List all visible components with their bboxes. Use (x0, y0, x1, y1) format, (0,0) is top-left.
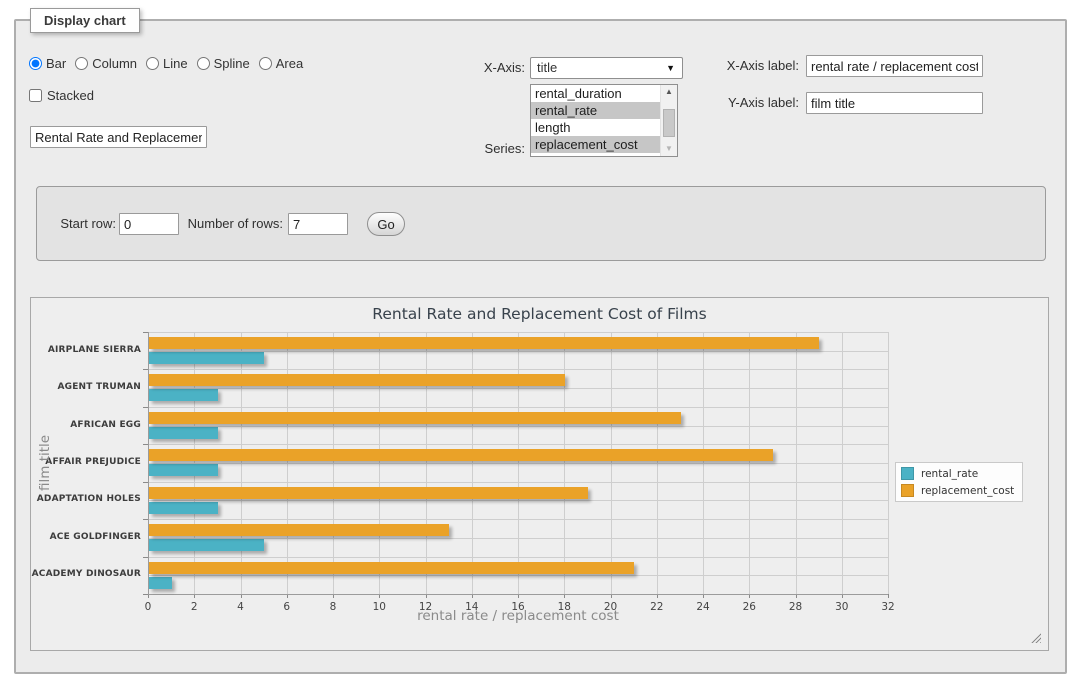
go-button[interactable]: Go (367, 212, 405, 236)
chart-type-option-label: Column (92, 56, 137, 71)
scrollbar-up-icon[interactable]: ▲ (661, 85, 677, 99)
legend-label: rental_rate (921, 468, 978, 480)
chart-type-radio-line[interactable] (146, 57, 159, 70)
chart-type-radio-column[interactable] (75, 57, 88, 70)
bar-rental_rate (149, 539, 264, 551)
x-axis-title: rental rate / replacement cost (148, 608, 888, 624)
bar-rental_rate (149, 427, 218, 439)
scrollbar-thumb[interactable] (663, 109, 675, 137)
gridline-v (379, 332, 380, 594)
bar-replacement_cost (149, 487, 588, 499)
y-axis-tick (143, 519, 148, 520)
chart-type-option-area[interactable]: Area (259, 56, 303, 71)
series-option-length[interactable]: length (531, 119, 660, 136)
bar-replacement_cost (149, 524, 449, 536)
chart-type-option-label: Spline (214, 56, 250, 71)
bar-rental_rate (149, 464, 218, 476)
gridline-v (333, 332, 334, 594)
scrollbar-down-icon[interactable]: ▼ (661, 142, 677, 156)
gridline-v (703, 332, 704, 594)
gridline-v (426, 332, 427, 594)
x-axis-select-value: title (537, 60, 557, 75)
gridline-v (241, 332, 242, 594)
start-row-label: Start row: (56, 213, 116, 235)
x-axis-tick (888, 594, 889, 598)
bar-rental_rate (149, 577, 172, 589)
y-axis-title: film title (37, 332, 53, 594)
gridline-v (842, 332, 843, 594)
start-row-input[interactable] (119, 213, 179, 235)
bar-rental_rate (149, 502, 218, 514)
legend-label: replacement_cost (921, 485, 1014, 497)
legend-swatch (901, 484, 914, 497)
bar-replacement_cost (149, 374, 565, 386)
y-axis-tick (143, 594, 148, 595)
bar-replacement_cost (149, 449, 773, 461)
series-option-replacement_cost[interactable]: replacement_cost (531, 136, 660, 153)
x-axis-select[interactable]: title ▼ (530, 57, 683, 79)
series-option-rental_duration[interactable]: rental_duration (531, 85, 660, 102)
chart-type-radio-area[interactable] (259, 57, 272, 70)
gridline-v (194, 332, 195, 594)
chart-type-radios: Bar Column Line Spline Area (29, 56, 312, 71)
chart-title-input[interactable] (30, 126, 207, 148)
legend-swatch (901, 467, 914, 480)
x-axis-label-input[interactable] (806, 55, 983, 77)
gridline-v (472, 332, 473, 594)
num-rows-label: Number of rows: (185, 213, 283, 235)
bar-rental_rate (149, 389, 218, 401)
chart-type-radio-spline[interactable] (197, 57, 210, 70)
gridline-v (564, 332, 565, 594)
x-axis-line (148, 594, 888, 595)
chart-type-option-label: Line (163, 56, 188, 71)
y-axis-label-label: Y-Axis label: (700, 92, 799, 114)
series-listbox[interactable]: ▲ ▼ rental_durationrental_ratelengthrepl… (530, 84, 678, 157)
x-axis-select-label: X-Axis: (455, 57, 525, 79)
fieldset-legend: Display chart (30, 8, 140, 33)
stacked-option[interactable]: Stacked (29, 88, 94, 103)
y-axis-tick (143, 407, 148, 408)
y-axis-tick (143, 332, 148, 333)
y-axis-line (148, 332, 149, 594)
legend-item-replacement_cost: replacement_cost (901, 484, 1014, 497)
series-scrollbar[interactable]: ▲ ▼ (660, 85, 677, 156)
chart-type-option-spline[interactable]: Spline (197, 56, 250, 71)
bar-rental_rate (149, 352, 264, 364)
legend-item-rental_rate: rental_rate (901, 467, 1014, 480)
y-axis-label-input[interactable] (806, 92, 983, 114)
chart-type-option-label: Area (276, 56, 303, 71)
stacked-checkbox[interactable] (29, 89, 42, 102)
gridline-v (888, 332, 889, 594)
gridline-v (796, 332, 797, 594)
gridline-v (657, 332, 658, 594)
chart-type-option-bar[interactable]: Bar (29, 56, 66, 71)
y-axis-tick (143, 369, 148, 370)
gridline-v (518, 332, 519, 594)
y-axis-tick (143, 444, 148, 445)
row-controls-panel: Start row: Number of rows: Go (36, 186, 1046, 261)
resize-handle-icon[interactable] (1029, 631, 1041, 643)
x-axis-label-label: X-Axis label: (700, 55, 799, 77)
chart-container: Rental Rate and Replacement Cost of Film… (30, 297, 1049, 651)
bar-replacement_cost (149, 337, 819, 349)
series-select-label: Series: (455, 138, 525, 160)
chart-title: Rental Rate and Replacement Cost of Film… (31, 305, 1048, 323)
chart-type-option-label: Bar (46, 56, 66, 71)
num-rows-input[interactable] (288, 213, 348, 235)
gridline-v (287, 332, 288, 594)
series-option-rental_rate[interactable]: rental_rate (531, 102, 660, 119)
y-axis-tick (143, 557, 148, 558)
chart-type-radio-bar[interactable] (29, 57, 42, 70)
gridline-v (749, 332, 750, 594)
gridline-v (611, 332, 612, 594)
select-arrow-icon: ▼ (666, 58, 675, 79)
stacked-label: Stacked (47, 88, 94, 103)
chart-type-option-column[interactable]: Column (75, 56, 137, 71)
bar-replacement_cost (149, 412, 681, 424)
chart-type-option-line[interactable]: Line (146, 56, 188, 71)
y-axis-tick (143, 482, 148, 483)
chart-legend: rental_rate replacement_cost (895, 462, 1023, 502)
bar-replacement_cost (149, 562, 634, 574)
